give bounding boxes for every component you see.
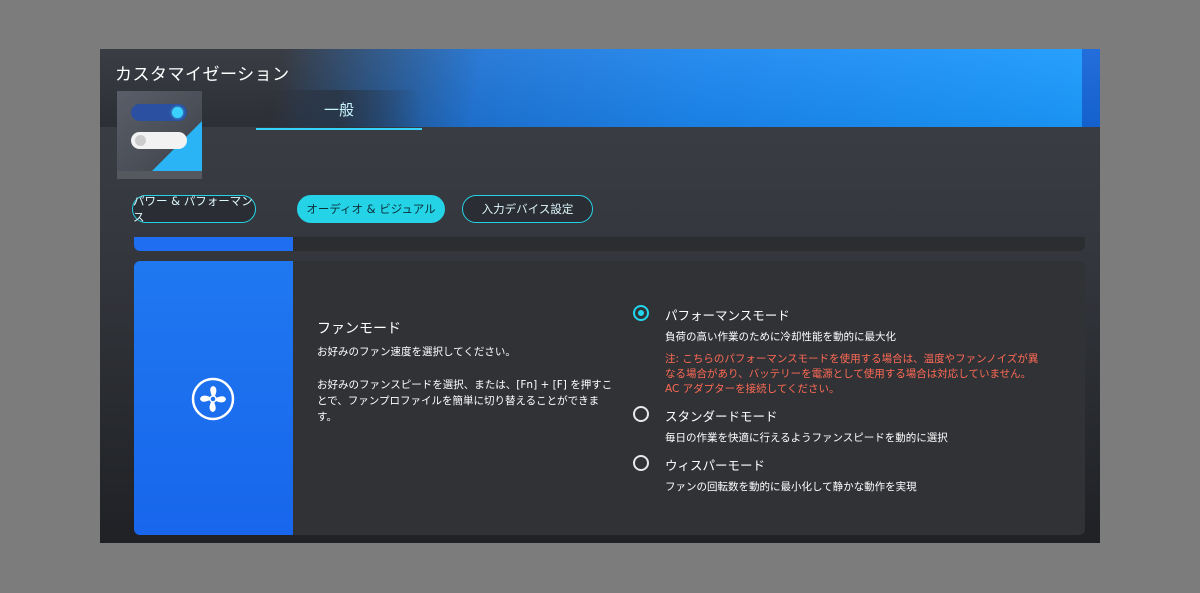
previous-section-card: [134, 237, 1085, 251]
option-description: 毎日の作業を快適に行えるようファンスピードを動的に選択: [665, 432, 948, 444]
category-input-devices[interactable]: 入力デバイス設定: [462, 195, 593, 223]
fan-mode-subtitle: お好みのファン速度を選択してください。: [317, 346, 516, 358]
fan-mode-description: お好みのファンスピードを選択、または、[Fn] + [F] を押すことで、ファン…: [317, 379, 613, 423]
switch-on-graphic: [131, 104, 187, 121]
option-label[interactable]: スタンダードモード: [665, 406, 778, 425]
tab-general[interactable]: 一般: [256, 90, 422, 130]
option-description: 負荷の高い作業のために冷却性能を動的に最大化: [665, 331, 896, 343]
option-label[interactable]: ウィスパーモード: [665, 455, 765, 474]
whisper-mode-radio[interactable]: [633, 455, 649, 471]
category-power-performance[interactable]: パワー & パフォーマンス: [132, 194, 256, 224]
option-label[interactable]: パフォーマンスモード: [665, 305, 790, 324]
fan-mode-title: ファンモード: [317, 321, 401, 337]
option-description: ファンの回転数を動的に最小化して静かな動作を実現: [665, 481, 917, 493]
standard-mode-radio[interactable]: [633, 406, 649, 422]
switch-off-graphic: [131, 132, 187, 149]
performance-mode-radio[interactable]: [633, 305, 649, 321]
page-title: カスタマイゼーション: [115, 65, 290, 85]
fan-mode-sidebar: [134, 261, 293, 535]
toggle-switches-icon: [117, 91, 202, 171]
customization-window: カスタマイゼーション 一般 パワー & パフォーマンス オーディオ & ビジュア…: [100, 49, 1100, 543]
performance-mode-warning: 注: こちらのパフォーマンスモードを使用する場合は、温度やファンノイズが異なる場…: [665, 353, 1039, 395]
category-audio-visual[interactable]: オーディオ & ビジュアル: [297, 195, 445, 223]
fan-icon: [191, 377, 235, 421]
fan-mode-card: ファンモード お好みのファン速度を選択してください。 お好みのファンスピードを選…: [134, 261, 1085, 535]
